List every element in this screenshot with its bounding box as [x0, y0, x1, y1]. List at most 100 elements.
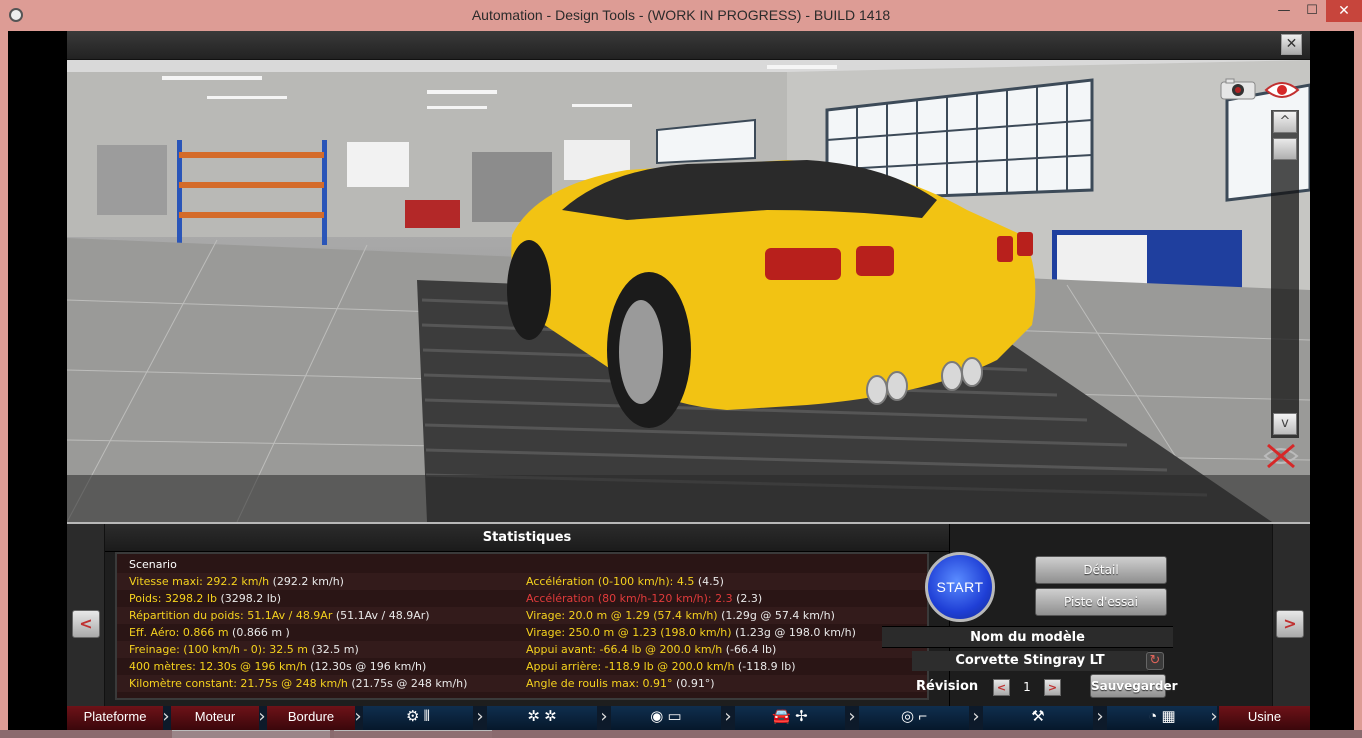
- tab-plateforme[interactable]: Plateforme: [67, 706, 163, 730]
- title-bar: Automation - Design Tools - (WORK IN PRO…: [0, 0, 1362, 31]
- chevron-right-icon: ›: [162, 706, 170, 727]
- rename-refresh-icon[interactable]: ↻: [1146, 652, 1164, 670]
- stat-front-downforce: Appui avant: -66.4 lb @ 200.0 km/h: [526, 643, 723, 656]
- stat-rear-downforce-ref: (-118.9 lb): [734, 660, 796, 673]
- stat-accel-0-100: Accélération (0-100 km/h): 4.5: [526, 575, 695, 588]
- test-track-button[interactable]: Piste d'essai: [1035, 588, 1167, 616]
- window-frame-left: [0, 31, 8, 738]
- stat-standing-km-ref: (21.75s @ 248 km/h): [347, 677, 468, 690]
- chevron-right-icon: ›: [848, 706, 856, 727]
- table-row: Répartition du poids: 51.1Av / 48.9Ar (5…: [117, 607, 927, 624]
- stat-cornering-20m: Virage: 20.0 m @ 1.29 (57.4 km/h): [526, 609, 718, 622]
- car-aero-icon: 🚘 ✢: [772, 708, 808, 725]
- tab-testing[interactable]: ◔ ▦: [1107, 706, 1217, 730]
- testing-icon: ◔ ▦: [1148, 708, 1176, 725]
- stats-table: Scenario Vitesse maxi: 292.2 km/h (292.2…: [115, 552, 929, 700]
- tab-usine[interactable]: Usine: [1219, 706, 1310, 730]
- viewport-top-strip: [67, 31, 1310, 60]
- scroll-thumb[interactable]: [1273, 138, 1297, 160]
- stats-header: Statistiques: [105, 524, 949, 552]
- stat-braking-ref: (32.5 m): [308, 643, 359, 656]
- camera-icon[interactable]: [1220, 78, 1256, 100]
- revision-value: 1: [1023, 680, 1031, 694]
- previous-button[interactable]: <: [72, 610, 100, 638]
- stat-max-roll-angle-ref: (0.91°): [672, 677, 715, 690]
- tab-body-fixtures[interactable]: ◉ ▭: [611, 706, 721, 730]
- taskbar-item[interactable]: [172, 730, 330, 738]
- reset-view-icon[interactable]: [1262, 442, 1300, 470]
- chevron-right-icon: ›: [1210, 706, 1218, 727]
- design-stage-navbar: Plateforme › Moteur › Bordure › ⚙ ⫴ › ✲ …: [67, 706, 1310, 730]
- chevron-right-icon: ›: [258, 706, 266, 727]
- table-row: Kilomètre constant: 21.75s @ 248 km/h (2…: [117, 675, 927, 692]
- tab-engine-gearbox[interactable]: ⚙ ⫴: [363, 706, 473, 730]
- revision-decrement-button[interactable]: <: [993, 679, 1010, 696]
- tab-interior[interactable]: ◎ ⌐: [859, 706, 969, 730]
- stat-weight: Poids: 3298.2 lb: [129, 592, 217, 605]
- window-frame-right: [1354, 31, 1362, 738]
- eye-icon[interactable]: [1264, 80, 1300, 100]
- chevron-right-icon: ›: [724, 706, 732, 727]
- chevron-right-icon: ›: [354, 706, 362, 727]
- stat-standing-km: Kilomètre constant: 21.75s @ 248 km/h: [129, 677, 348, 690]
- stat-cornering-20m-ref: (1.29g @ 57.4 km/h): [717, 609, 835, 622]
- safety-icon: ⚒: [1031, 708, 1045, 725]
- minimize-button[interactable]: —: [1270, 0, 1298, 22]
- chevron-right-icon: ›: [1096, 706, 1104, 727]
- stat-aero-efficiency: Eff. Aéro: 0.866 m: [129, 626, 229, 639]
- stat-quarter-mile-ref: (12.30s @ 196 km/h): [306, 660, 427, 673]
- tab-aero[interactable]: 🚘 ✢: [735, 706, 845, 730]
- stat-top-speed-ref: (292.2 km/h): [269, 575, 344, 588]
- revision-increment-button[interactable]: >: [1044, 679, 1061, 696]
- wheels-icon: ✲ ✲: [527, 708, 557, 725]
- chevron-right-icon: ›: [972, 706, 980, 727]
- table-row: Poids: 3298.2 lb (3298.2 lb) Accélératio…: [117, 590, 927, 607]
- garage-scene: [67, 60, 1310, 522]
- stat-aero-efficiency-ref: (0.866 m ): [228, 626, 290, 639]
- stat-quarter-mile: 400 mètres: 12.30s @ 196 km/h: [129, 660, 307, 673]
- car-3d-viewport[interactable]: [67, 60, 1310, 522]
- tab-bordure[interactable]: Bordure: [267, 706, 355, 730]
- maximize-button[interactable]: ☐: [1298, 0, 1326, 22]
- stat-accel-0-100-ref: (4.5): [694, 575, 724, 588]
- tab-safety[interactable]: ⚒: [983, 706, 1093, 730]
- stat-braking: Freinage: (100 km/h - 0): 32.5 m: [129, 643, 309, 656]
- table-row: Vitesse maxi: 292.2 km/h (292.2 km/h) Ac…: [117, 573, 927, 590]
- stats-scenario-row: Scenario: [117, 556, 927, 573]
- stat-weight-distribution: Répartition du poids: 51.1Av / 48.9Ar: [129, 609, 333, 622]
- stat-weight-ref: (3298.2 lb): [216, 592, 282, 605]
- model-name-field[interactable]: Corvette Stingray LT: [912, 651, 1148, 671]
- taskbar-item[interactable]: [334, 730, 492, 738]
- stat-cornering-250m-ref: (1.23g @ 198.0 km/h): [731, 626, 856, 639]
- start-button[interactable]: START: [925, 552, 995, 622]
- stat-max-roll-angle: Angle de roulis max: 0.91°: [526, 677, 673, 690]
- scenario-label: Scenario: [129, 558, 177, 571]
- scroll-up-button[interactable]: ^: [1273, 111, 1297, 133]
- close-window-button[interactable]: ✕: [1326, 0, 1362, 22]
- stat-weight-distribution-ref: (51.1Av / 48.9Ar): [332, 609, 430, 622]
- interior-icon: ◎ ⌐: [900, 708, 927, 725]
- stat-accel-80-120-ref: (2.3): [732, 592, 763, 605]
- table-row: 400 mètres: 12.30s @ 196 km/h (12.30s @ …: [117, 658, 927, 675]
- body-fixtures-icon: ◉ ▭: [650, 708, 682, 725]
- stat-rear-downforce: Appui arrière: -118.9 lb @ 200.0 km/h: [526, 660, 735, 673]
- table-row: Eff. Aéro: 0.866 m (0.866 m ) Virage: 25…: [117, 624, 927, 641]
- next-button[interactable]: >: [1276, 610, 1304, 638]
- chevron-right-icon: ›: [476, 706, 484, 727]
- scroll-down-button[interactable]: v: [1273, 413, 1297, 435]
- chevron-right-icon: ›: [600, 706, 608, 727]
- viewport-bottom-band: [67, 475, 1310, 522]
- save-button[interactable]: Sauvegarder: [1090, 674, 1178, 698]
- stat-top-speed: Vitesse maxi: 292.2 km/h: [129, 575, 270, 588]
- engine-gearbox-icon: ⚙ ⫴: [406, 708, 430, 725]
- close-viewport-button[interactable]: ✕: [1281, 34, 1302, 55]
- detail-button[interactable]: Détail: [1035, 556, 1167, 584]
- model-name-header: Nom du modèle: [882, 626, 1173, 648]
- tab-wheels[interactable]: ✲ ✲: [487, 706, 597, 730]
- window-title: Automation - Design Tools - (WORK IN PRO…: [471, 7, 891, 23]
- revision-label: Révision: [916, 679, 979, 694]
- stat-accel-80-120: Accélération (80 km/h-120 km/h): 2.3: [526, 592, 733, 605]
- table-row: Freinage: (100 km/h - 0): 32.5 m (32.5 m…: [117, 641, 927, 658]
- tab-moteur[interactable]: Moteur: [171, 706, 259, 730]
- stat-front-downforce-ref: (-66.4 lb): [722, 643, 777, 656]
